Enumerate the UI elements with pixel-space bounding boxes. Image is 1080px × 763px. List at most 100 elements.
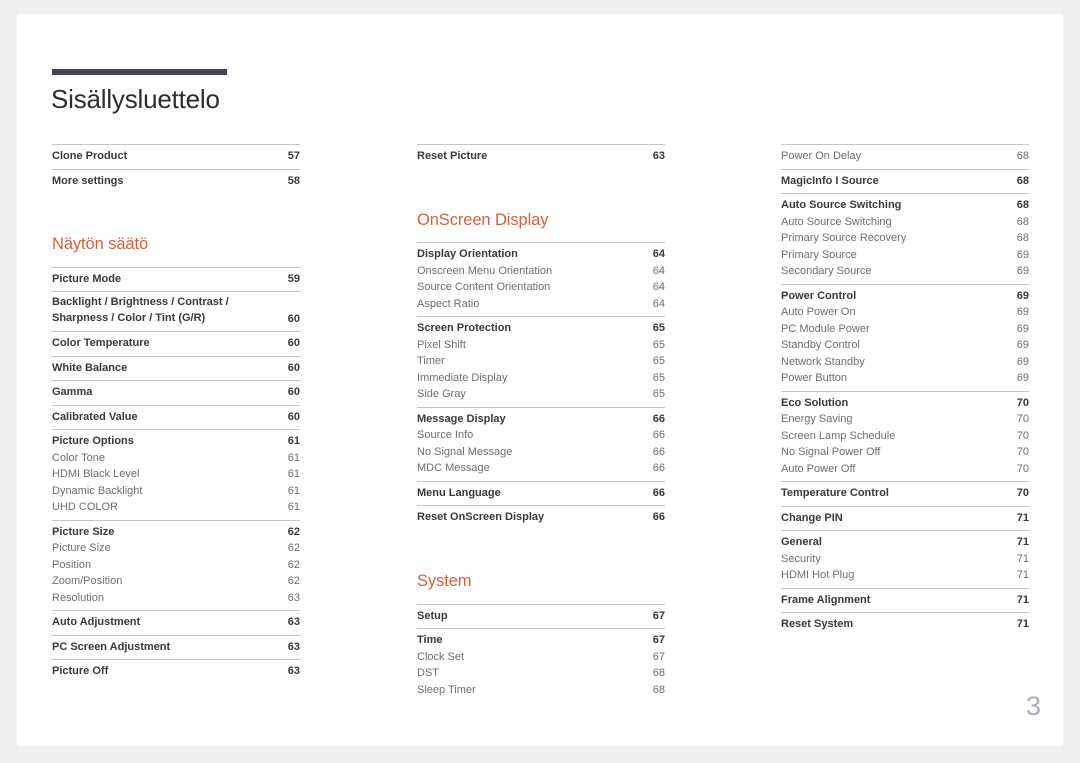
toc-subentry[interactable]: Dynamic Backlight 61 (52, 483, 300, 500)
toc-entry[interactable]: Picture Mode 59 (52, 271, 300, 288)
toc-subentry[interactable]: Pixel Shift 65 (417, 337, 665, 354)
toc-entry-label: Picture Off (52, 665, 109, 678)
toc-subentry[interactable]: Side Gray 65 (417, 386, 665, 403)
toc-subentry[interactable]: No Signal Message 66 (417, 444, 665, 461)
toc-subentry[interactable]: Color Tone 61 (52, 450, 300, 467)
toc-subentry[interactable]: Clock Set 67 (417, 649, 665, 666)
toc-subentry[interactable]: Power Button 69 (781, 370, 1029, 387)
toc-entry[interactable]: Message Display 66 (417, 411, 665, 428)
toc-subentry[interactable]: Resolution 63 (52, 590, 300, 607)
toc-subentry[interactable]: Aspect Ratio 64 (417, 296, 665, 313)
toc-entry[interactable]: White Balance 60 (52, 360, 300, 377)
toc-entry[interactable]: Time 67 (417, 632, 665, 649)
toc-entry-page-number: 65 (652, 322, 665, 335)
toc-entry[interactable]: Eco Solution 70 (781, 395, 1029, 412)
toc-entry-label: Primary Source (781, 248, 857, 261)
toc-entry-page-number: 69 (1016, 339, 1029, 351)
toc-subentry[interactable]: Source Info 66 (417, 427, 665, 444)
toc-entry[interactable]: Screen Protection 65 (417, 320, 665, 337)
toc-subentry[interactable]: Onscreen Menu Orientation 64 (417, 263, 665, 280)
toc-entry-page-number: 62 (287, 542, 300, 555)
toc-subentry[interactable]: Screen Lamp Schedule 70 (781, 428, 1029, 445)
toc-entry-page-number: 64 (652, 264, 665, 277)
toc-entry[interactable]: Picture Off 63 (52, 663, 300, 680)
toc-entry[interactable]: Display Orientation 64 (417, 246, 665, 263)
toc-subentry[interactable]: No Signal Power Off 70 (781, 444, 1029, 461)
column-3: Power On Delay 68 MagicInfo I Source 68 Auto… (781, 144, 1029, 702)
toc-entry-page-number: 70 (1016, 487, 1029, 499)
toc-entry-page-number: 70 (1016, 413, 1029, 425)
section-heading: OnScreen Display (417, 210, 549, 229)
toc-group: Power Control 69 Auto Power On 69 PC Module … (781, 283, 1029, 391)
toc-entry[interactable]: Auto Adjustment 63 (52, 614, 300, 631)
toc-entry-page-number: 70 (1016, 462, 1029, 475)
toc-subentry[interactable]: Source Content Orientation 64 (417, 279, 665, 296)
toc-group: Message Display 66 Source Info 66 No Signal … (417, 406, 665, 481)
toc-entry[interactable]: Picture Size 62 (52, 524, 300, 541)
toc-entry[interactable]: Change PIN 71 (781, 510, 1029, 527)
toc-subentry[interactable]: Immediate Display 65 (417, 370, 665, 387)
toc-entry-page-number: 69 (1016, 289, 1029, 302)
toc-subentry[interactable]: MDC Message 66 (417, 460, 665, 477)
toc-entry[interactable]: Power Control 69 (781, 288, 1029, 305)
toc-subentry[interactable]: Auto Power On 69 (781, 304, 1029, 321)
toc-entry[interactable]: Gamma 60 (52, 384, 300, 401)
toc-subentry[interactable]: PC Module Power 69 (781, 321, 1029, 338)
toc-entry[interactable]: General 71 (781, 534, 1029, 551)
toc-entry-page-number: 71 (1016, 511, 1029, 524)
toc-subentry[interactable]: Auto Power Off 70 (781, 461, 1029, 478)
toc-subentry[interactable]: Sleep Timer 68 (417, 682, 665, 699)
toc-entry[interactable]: Reset System 71 (781, 616, 1029, 633)
toc-group: Auto Adjustment 63 (52, 610, 300, 635)
toc-entry-label: Calibrated Value (52, 410, 138, 423)
toc-subentry[interactable]: Standby Control 69 (781, 337, 1029, 354)
toc-entry-label: Change PIN (781, 511, 843, 524)
toc-entry-page-number: 64 (652, 248, 665, 261)
toc-entry-page-number: 69 (1016, 355, 1029, 368)
toc-entry-label: Clock Set (417, 650, 465, 663)
toc-entry-label: UHD COLOR (52, 501, 119, 514)
toc-entry-page-number: 63 (287, 616, 300, 629)
toc-entry[interactable]: MagicInfo I Source 68 (781, 173, 1029, 190)
vertical-spacer (417, 230, 665, 242)
toc-subentry[interactable]: HDMI Black Level 61 (52, 466, 300, 483)
toc-subentry[interactable]: Timer 65 (417, 353, 665, 370)
toc-entry-page-number: 70 (1016, 396, 1029, 409)
toc-subentry[interactable]: DST 68 (417, 665, 665, 682)
toc-entry[interactable]: More settings 58 (52, 173, 300, 190)
toc-entry[interactable]: Reset OnScreen Display 66 (417, 509, 665, 526)
toc-subentry[interactable]: Power On Delay 68 (781, 148, 1029, 165)
toc-group: Screen Protection 65 Pixel Shift 65 Timer 65 I… (417, 316, 665, 407)
toc-entry[interactable]: Clone Product 57 (52, 148, 300, 165)
toc-group: Picture Options 61 Color Tone 61 HDMI Black … (52, 429, 300, 520)
toc-subentry[interactable]: Security 71 (781, 551, 1029, 568)
toc-entry-page-number: 65 (652, 338, 665, 351)
toc-entry-page-number: 63 (287, 591, 300, 604)
toc-subentry[interactable]: Picture Size 62 (52, 540, 300, 557)
toc-group: Temperature Control 70 (781, 481, 1029, 506)
toc-subentry[interactable]: Auto Source Switching 68 (781, 214, 1029, 231)
toc-entry-page-number: 71 (1016, 569, 1029, 581)
toc-group: White Balance 60 (52, 355, 300, 381)
toc-subentry[interactable]: Primary Source Recovery 68 (781, 230, 1029, 247)
toc-subentry[interactable]: HDMI Hot Plug 71 (781, 567, 1029, 584)
toc-subentry[interactable]: Energy Saving 70 (781, 411, 1029, 428)
toc-subentry[interactable]: Network Standby 69 (781, 354, 1029, 371)
toc-subentry[interactable]: Secondary Source 69 (781, 263, 1029, 280)
toc-subentry[interactable]: UHD COLOR 61 (52, 499, 300, 516)
toc-subentry[interactable]: Position 62 (52, 557, 300, 574)
toc-entry-label: Picture Options (52, 435, 134, 448)
toc-entry[interactable]: Color Temperature 60 (52, 335, 300, 352)
toc-subentry[interactable]: Primary Source 69 (781, 247, 1029, 264)
toc-entry[interactable]: Frame Alignment 71 (781, 592, 1029, 609)
toc-subentry[interactable]: Zoom/Position 62 (52, 573, 300, 590)
toc-entry[interactable]: Auto Source Switching 68 (781, 197, 1029, 214)
toc-entry[interactable]: Menu Language 66 (417, 485, 665, 502)
toc-entry[interactable]: Calibrated Value 60 (52, 409, 300, 426)
toc-entry[interactable]: PC Screen Adjustment 63 (52, 639, 300, 656)
toc-entry[interactable]: Backlight / Brightness / Contrast / Shar… (52, 295, 300, 327)
toc-entry[interactable]: Picture Options 61 (52, 433, 300, 450)
toc-entry[interactable]: Temperature Control 70 (781, 485, 1029, 502)
toc-entry[interactable]: Setup 67 (417, 608, 665, 625)
toc-entry[interactable]: Reset Picture 63 (417, 148, 665, 165)
